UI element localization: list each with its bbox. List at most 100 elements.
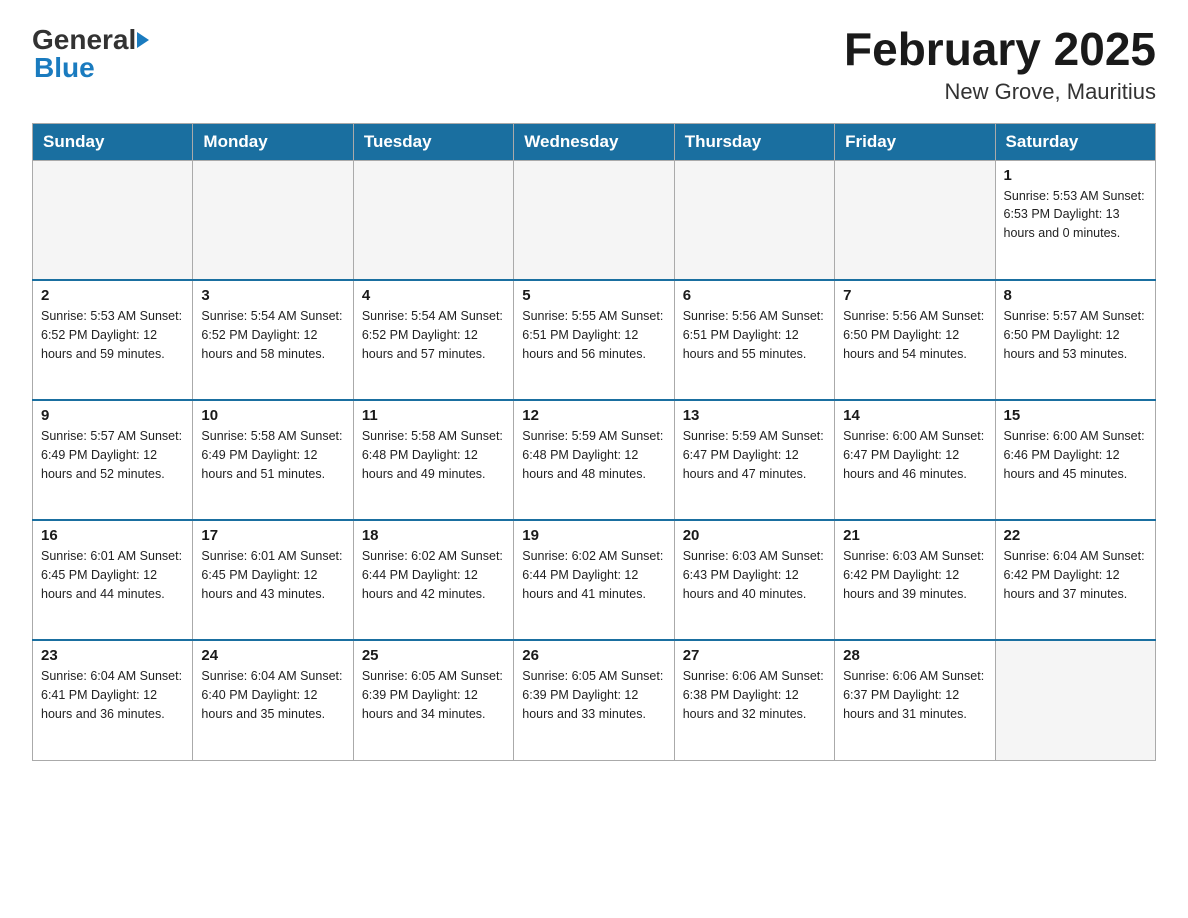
calendar-cell: 25 Sunrise: 6:05 AM Sunset: 6:39 PM Dayli… bbox=[353, 640, 513, 760]
week-row-1: 1 Sunrise: 5:53 AM Sunset: 6:53 PM Daylig… bbox=[33, 160, 1156, 280]
week-row-3: 9 Sunrise: 5:57 AM Sunset: 6:49 PM Daylig… bbox=[33, 400, 1156, 520]
day-info: Sunrise: 5:56 AM Sunset: 6:51 PM Dayligh… bbox=[683, 307, 826, 363]
calendar-cell: 27Sunrise: 6:06 AM Sunset: 6:38 PM Dayli… bbox=[674, 640, 834, 760]
day-info: Sunrise: 6:03 AM Sunset: 6:42 PM Dayligh… bbox=[843, 547, 986, 603]
day-info: Sunrise: 6:06 AM Sunset: 6:37 PM Dayligh… bbox=[843, 667, 986, 723]
day-info: Sunrise: 5:59 AM Sunset: 6:48 PM Dayligh… bbox=[522, 427, 665, 483]
day-info: Sunrise: 6:00 AM Sunset: 6:47 PM Dayligh… bbox=[843, 427, 986, 483]
calendar-cell bbox=[835, 160, 995, 280]
day-number: 17 bbox=[201, 527, 344, 544]
day-number: 2 bbox=[41, 287, 184, 304]
calendar-cell: 10 Sunrise: 5:58 AM Sunset: 6:49 PM Dayli… bbox=[193, 400, 353, 520]
day-info: Sunrise: 5:59 AM Sunset: 6:47 PM Dayligh… bbox=[683, 427, 826, 483]
day-info: Sunrise: 5:57 AM Sunset: 6:49 PM Dayligh… bbox=[41, 427, 184, 483]
day-number: 26 bbox=[522, 647, 665, 664]
column-header-tuesday: Tuesday bbox=[353, 123, 513, 160]
calendar-cell: 28 Sunrise: 6:06 AM Sunset: 6:37 PM Dayli… bbox=[835, 640, 995, 760]
day-number: 24 bbox=[201, 647, 344, 664]
calendar-cell: 22 Sunrise: 6:04 AM Sunset: 6:42 PM Dayli… bbox=[995, 520, 1155, 640]
calendar-cell bbox=[674, 160, 834, 280]
day-info: Sunrise: 5:57 AM Sunset: 6:50 PM Dayligh… bbox=[1004, 307, 1147, 363]
day-number: 15 bbox=[1004, 407, 1147, 424]
calendar-cell: 4 Sunrise: 5:54 AM Sunset: 6:52 PM Daylig… bbox=[353, 280, 513, 400]
calendar-cell: 19Sunrise: 6:02 AM Sunset: 6:44 PM Dayli… bbox=[514, 520, 674, 640]
day-info: Sunrise: 5:54 AM Sunset: 6:52 PM Dayligh… bbox=[362, 307, 505, 363]
calendar-cell: 3 Sunrise: 5:54 AM Sunset: 6:52 PM Daylig… bbox=[193, 280, 353, 400]
calendar-cell bbox=[33, 160, 193, 280]
calendar-cell: 14 Sunrise: 6:00 AM Sunset: 6:47 PM Dayli… bbox=[835, 400, 995, 520]
calendar-cell: 18 Sunrise: 6:02 AM Sunset: 6:44 PM Dayli… bbox=[353, 520, 513, 640]
calendar-cell: 12 Sunrise: 5:59 AM Sunset: 6:48 PM Dayli… bbox=[514, 400, 674, 520]
day-info: Sunrise: 5:54 AM Sunset: 6:52 PM Dayligh… bbox=[201, 307, 344, 363]
day-info: Sunrise: 5:55 AM Sunset: 6:51 PM Dayligh… bbox=[522, 307, 665, 363]
column-header-saturday: Saturday bbox=[995, 123, 1155, 160]
day-info: Sunrise: 5:58 AM Sunset: 6:48 PM Dayligh… bbox=[362, 427, 505, 483]
day-number: 10 bbox=[201, 407, 344, 424]
calendar-cell: 16Sunrise: 6:01 AM Sunset: 6:45 PM Dayli… bbox=[33, 520, 193, 640]
day-info: Sunrise: 5:53 AM Sunset: 6:53 PM Dayligh… bbox=[1004, 187, 1147, 243]
day-info: Sunrise: 6:05 AM Sunset: 6:39 PM Dayligh… bbox=[362, 667, 505, 723]
calendar-cell bbox=[193, 160, 353, 280]
page-header: General Blue February 2025 New Grove, Ma… bbox=[32, 24, 1156, 105]
calendar-cell: 11 Sunrise: 5:58 AM Sunset: 6:48 PM Dayli… bbox=[353, 400, 513, 520]
calendar-cell: 5 Sunrise: 5:55 AM Sunset: 6:51 PM Daylig… bbox=[514, 280, 674, 400]
day-number: 14 bbox=[843, 407, 986, 424]
day-info: Sunrise: 5:58 AM Sunset: 6:49 PM Dayligh… bbox=[201, 427, 344, 483]
calendar-cell: 8 Sunrise: 5:57 AM Sunset: 6:50 PM Daylig… bbox=[995, 280, 1155, 400]
day-info: Sunrise: 6:05 AM Sunset: 6:39 PM Dayligh… bbox=[522, 667, 665, 723]
day-info: Sunrise: 6:04 AM Sunset: 6:40 PM Dayligh… bbox=[201, 667, 344, 723]
calendar-cell: 20 Sunrise: 6:03 AM Sunset: 6:43 PM Dayli… bbox=[674, 520, 834, 640]
calendar-cell: 13 Sunrise: 5:59 AM Sunset: 6:47 PM Dayli… bbox=[674, 400, 834, 520]
day-number: 6 bbox=[683, 287, 826, 304]
day-number: 3 bbox=[201, 287, 344, 304]
day-number: 7 bbox=[843, 287, 986, 304]
day-info: Sunrise: 6:02 AM Sunset: 6:44 PM Dayligh… bbox=[522, 547, 665, 603]
day-info: Sunrise: 6:01 AM Sunset: 6:45 PM Dayligh… bbox=[201, 547, 344, 603]
day-info: Sunrise: 6:04 AM Sunset: 6:42 PM Dayligh… bbox=[1004, 547, 1147, 603]
day-number: 4 bbox=[362, 287, 505, 304]
day-info: Sunrise: 6:00 AM Sunset: 6:46 PM Dayligh… bbox=[1004, 427, 1147, 483]
page-subtitle: New Grove, Mauritius bbox=[844, 79, 1156, 105]
day-info: Sunrise: 6:03 AM Sunset: 6:43 PM Dayligh… bbox=[683, 547, 826, 603]
day-number: 25 bbox=[362, 647, 505, 664]
column-header-sunday: Sunday bbox=[33, 123, 193, 160]
calendar-cell: 6 Sunrise: 5:56 AM Sunset: 6:51 PM Daylig… bbox=[674, 280, 834, 400]
day-number: 18 bbox=[362, 527, 505, 544]
calendar-cell: 26 Sunrise: 6:05 AM Sunset: 6:39 PM Dayli… bbox=[514, 640, 674, 760]
day-number: 9 bbox=[41, 407, 184, 424]
page-title: February 2025 bbox=[844, 24, 1156, 75]
week-row-2: 2 Sunrise: 5:53 AM Sunset: 6:52 PM Daylig… bbox=[33, 280, 1156, 400]
day-number: 28 bbox=[843, 647, 986, 664]
calendar-cell: 9 Sunrise: 5:57 AM Sunset: 6:49 PM Daylig… bbox=[33, 400, 193, 520]
day-number: 23 bbox=[41, 647, 184, 664]
day-info: Sunrise: 5:53 AM Sunset: 6:52 PM Dayligh… bbox=[41, 307, 184, 363]
day-number: 5 bbox=[522, 287, 665, 304]
calendar-cell: 7 Sunrise: 5:56 AM Sunset: 6:50 PM Daylig… bbox=[835, 280, 995, 400]
logo-arrow-icon bbox=[137, 32, 149, 48]
day-number: 12 bbox=[522, 407, 665, 424]
column-header-thursday: Thursday bbox=[674, 123, 834, 160]
day-number: 1 bbox=[1004, 167, 1147, 184]
week-row-5: 23 Sunrise: 6:04 AM Sunset: 6:41 PM Dayli… bbox=[33, 640, 1156, 760]
calendar-cell bbox=[514, 160, 674, 280]
calendar-cell: 2 Sunrise: 5:53 AM Sunset: 6:52 PM Daylig… bbox=[33, 280, 193, 400]
calendar-cell: 15 Sunrise: 6:00 AM Sunset: 6:46 PM Dayli… bbox=[995, 400, 1155, 520]
calendar-cell bbox=[995, 640, 1155, 760]
day-info: Sunrise: 6:02 AM Sunset: 6:44 PM Dayligh… bbox=[362, 547, 505, 603]
column-header-monday: Monday bbox=[193, 123, 353, 160]
title-block: February 2025 New Grove, Mauritius bbox=[844, 24, 1156, 105]
day-info: Sunrise: 6:01 AM Sunset: 6:45 PM Dayligh… bbox=[41, 547, 184, 603]
calendar-cell: 1 Sunrise: 5:53 AM Sunset: 6:53 PM Daylig… bbox=[995, 160, 1155, 280]
day-number: 8 bbox=[1004, 287, 1147, 304]
day-info: Sunrise: 5:56 AM Sunset: 6:50 PM Dayligh… bbox=[843, 307, 986, 363]
calendar-cell: 23 Sunrise: 6:04 AM Sunset: 6:41 PM Dayli… bbox=[33, 640, 193, 760]
day-number: 13 bbox=[683, 407, 826, 424]
day-info: Sunrise: 6:04 AM Sunset: 6:41 PM Dayligh… bbox=[41, 667, 184, 723]
day-number: 20 bbox=[683, 527, 826, 544]
day-number: 22 bbox=[1004, 527, 1147, 544]
day-number: 11 bbox=[362, 407, 505, 424]
calendar-cell: 17 Sunrise: 6:01 AM Sunset: 6:45 PM Dayli… bbox=[193, 520, 353, 640]
week-row-4: 16Sunrise: 6:01 AM Sunset: 6:45 PM Dayli… bbox=[33, 520, 1156, 640]
logo-blue-text: Blue bbox=[34, 52, 95, 84]
day-number: 27 bbox=[683, 647, 826, 664]
